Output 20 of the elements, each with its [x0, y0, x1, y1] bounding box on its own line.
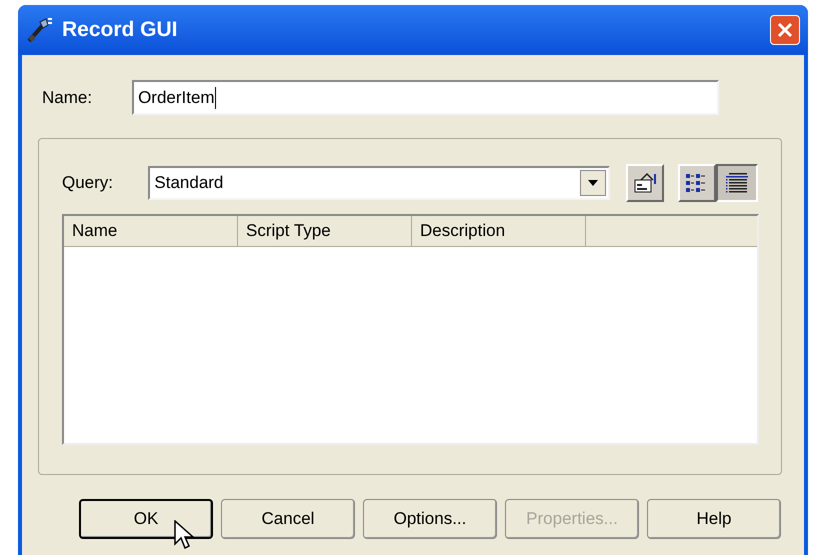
column-header[interactable]: Name — [64, 216, 238, 247]
close-button[interactable] — [770, 15, 800, 45]
mouse-pointer-icon — [174, 520, 196, 550]
column-header[interactable]: Description — [412, 216, 586, 247]
form-icon — [633, 172, 658, 194]
details-view-icon — [725, 172, 749, 194]
name-field[interactable]: OrderItem — [132, 80, 720, 115]
dialog-button[interactable]: Options... — [363, 499, 497, 539]
view-toggle-button[interactable] — [716, 164, 758, 202]
close-icon — [777, 22, 793, 38]
query-label: Query: — [62, 172, 114, 194]
column-header[interactable]: Script Type — [238, 216, 412, 247]
properties-icon-button[interactable] — [626, 164, 664, 202]
name-label: Name: — [42, 86, 92, 109]
query-dropdown[interactable]: Standard — [148, 166, 610, 200]
dialog-button[interactable]: Help — [647, 499, 781, 539]
wand-icon — [26, 16, 54, 44]
window-title: Record GUI — [62, 17, 179, 44]
dialog-button[interactable]: OK — [79, 499, 213, 539]
dialog-button[interactable]: Cancel — [221, 499, 355, 539]
